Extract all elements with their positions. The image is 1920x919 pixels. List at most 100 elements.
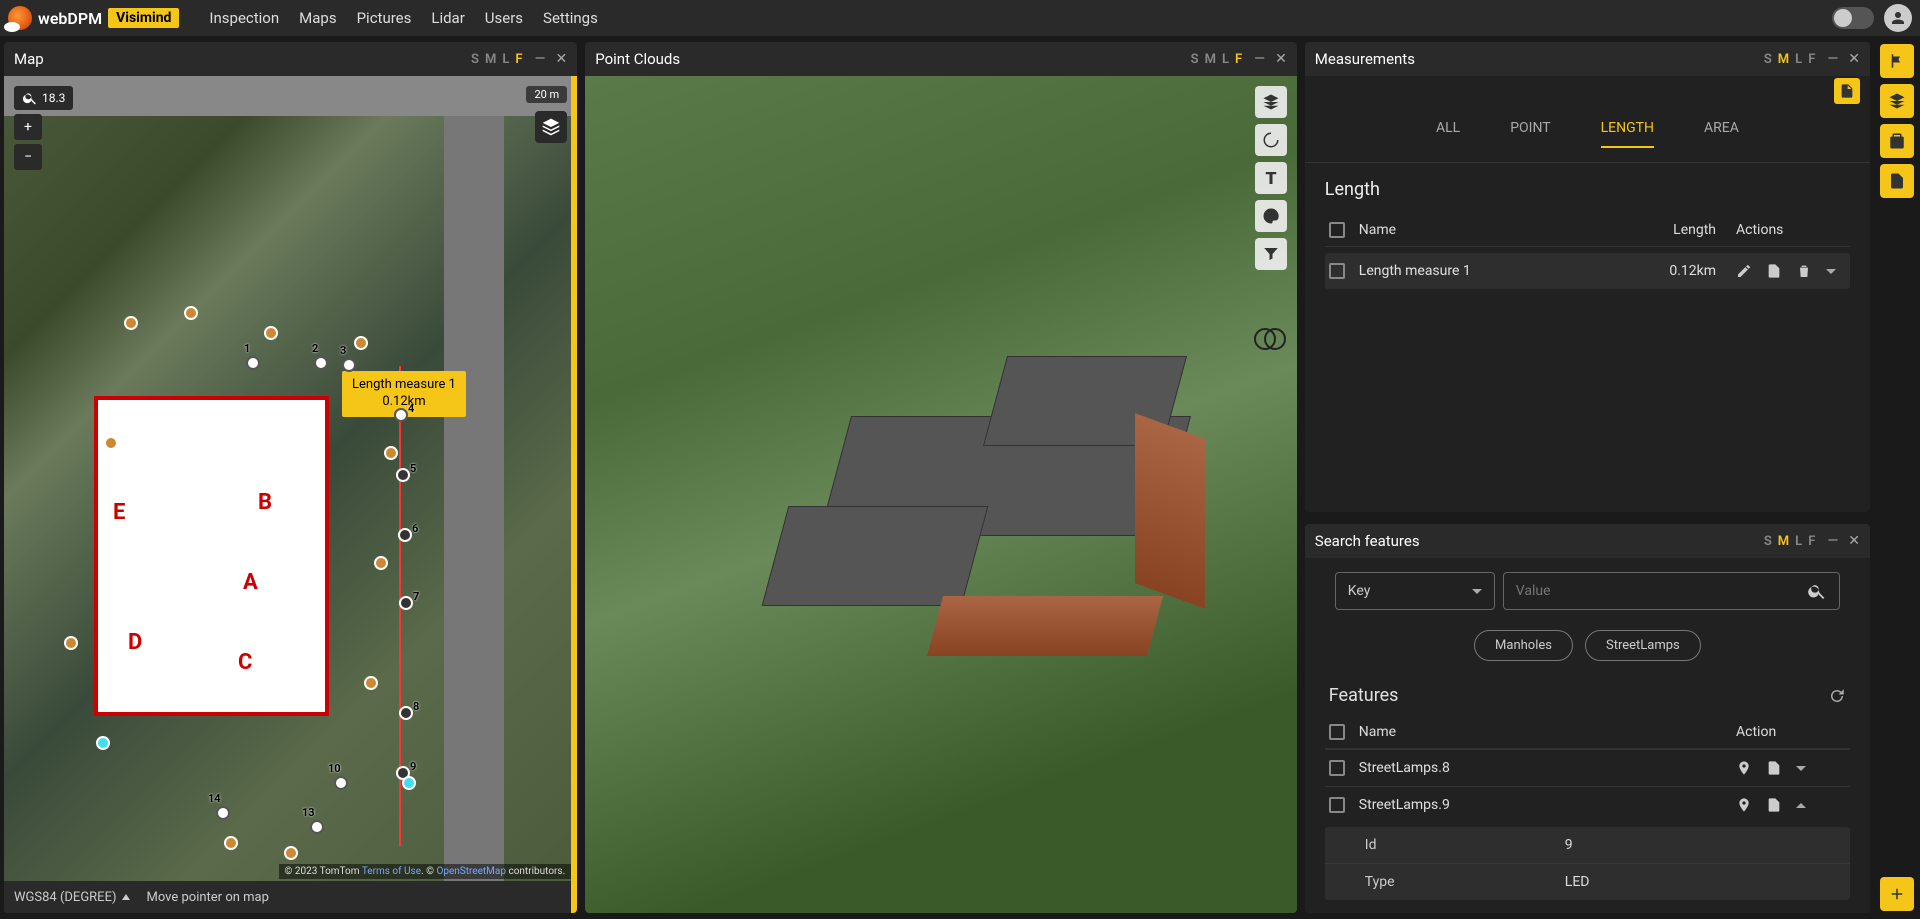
collapse-icon[interactable]	[1796, 803, 1806, 808]
value-input[interactable]	[1516, 583, 1807, 599]
locate-icon[interactable]	[1736, 797, 1752, 813]
delete-icon[interactable]	[1796, 263, 1812, 279]
select-all-checkbox[interactable]	[1329, 724, 1345, 740]
scale-bar: 20 m	[526, 86, 567, 103]
tab-all[interactable]: ALL	[1436, 120, 1460, 148]
length-section-title: Length	[1325, 179, 1850, 200]
document-icon[interactable]	[1766, 760, 1782, 776]
main-menu: Inspection Maps Pictures Lidar Users Set…	[209, 9, 597, 27]
expand-icon[interactable]	[1826, 269, 1836, 274]
flag-button[interactable]	[1880, 44, 1914, 78]
reset-view-tool[interactable]	[1255, 124, 1287, 156]
close-icon[interactable]: ✕	[555, 51, 567, 67]
layers-tool[interactable]	[1255, 86, 1287, 118]
layers-button[interactable]	[535, 111, 567, 143]
minimize-icon[interactable]: —	[1827, 51, 1838, 67]
pc-title: Point Clouds	[595, 50, 1190, 68]
value-input-wrap	[1503, 572, 1840, 610]
row-checkbox[interactable]	[1329, 760, 1345, 776]
chip-streetlamps[interactable]: StreetLamps	[1585, 630, 1701, 661]
menu-pictures[interactable]: Pictures	[357, 9, 412, 27]
clipboard-button[interactable]	[1880, 124, 1914, 158]
size-m[interactable]: M	[1778, 534, 1789, 549]
layers-button[interactable]	[1880, 84, 1914, 118]
close-icon[interactable]: ✕	[1275, 51, 1287, 67]
brand-badge: Visimind	[108, 8, 179, 28]
size-f[interactable]: F	[1808, 52, 1815, 67]
zoom-out-button[interactable]: −	[14, 144, 42, 170]
close-icon[interactable]: ✕	[1848, 51, 1860, 67]
search-features-panel: Search features S M L F — ✕ Key	[1305, 524, 1870, 913]
search-icon[interactable]	[1807, 581, 1827, 601]
measurement-tabs: ALL POINT LENGTH AREA	[1305, 106, 1870, 163]
minimize-icon[interactable]: —	[1827, 533, 1838, 549]
menu-lidar[interactable]: Lidar	[431, 9, 464, 27]
col-length: Length	[1626, 222, 1716, 238]
close-icon[interactable]: ✕	[1848, 533, 1860, 549]
measurement-row[interactable]: Length measure 1 0.12km	[1325, 253, 1850, 289]
size-l[interactable]: L	[1222, 52, 1229, 67]
menu-users[interactable]: Users	[485, 9, 523, 27]
col-name: Name	[1359, 222, 1626, 238]
menu-settings[interactable]: Settings	[543, 9, 598, 27]
size-l[interactable]: L	[1795, 52, 1802, 67]
row-checkbox[interactable]	[1329, 263, 1345, 279]
size-f[interactable]: F	[1808, 534, 1815, 549]
size-s[interactable]: S	[1764, 52, 1772, 67]
edit-icon[interactable]	[1736, 263, 1752, 279]
measurements-panel: Measurements S M L F — ✕	[1305, 42, 1870, 512]
theme-toggle[interactable]	[1832, 7, 1874, 29]
map-statusbar: WGS84 (DEGREE) Move pointer on map	[4, 881, 577, 913]
user-menu[interactable]	[1884, 4, 1912, 32]
locate-icon[interactable]	[1736, 760, 1752, 776]
chip-manholes[interactable]: Manholes	[1474, 630, 1573, 661]
feature-detail: Id 9 Type LED	[1325, 827, 1850, 900]
menu-inspection[interactable]: Inspection	[209, 9, 279, 27]
size-s[interactable]: S	[471, 52, 479, 67]
size-m[interactable]: M	[1778, 52, 1789, 67]
col-actions: Actions	[1716, 222, 1846, 238]
map-canvas[interactable]: A B C D E Length measure 1 0.12km 1 2 3 …	[4, 76, 577, 913]
size-l[interactable]: L	[502, 52, 509, 67]
text-tool[interactable]	[1255, 162, 1287, 194]
menu-maps[interactable]: Maps	[299, 9, 336, 27]
refresh-icon[interactable]	[1828, 687, 1846, 705]
pointclouds-panel: Point Clouds S M L F — ✕	[585, 42, 1297, 913]
row-checkbox[interactable]	[1329, 797, 1345, 813]
size-s[interactable]: S	[1764, 534, 1772, 549]
crs-selector[interactable]: WGS84 (DEGREE)	[14, 890, 130, 905]
feature-row[interactable]: StreetLamps.9	[1325, 786, 1850, 823]
filter-tool[interactable]	[1255, 238, 1287, 270]
size-f[interactable]: F	[515, 52, 522, 67]
feature-row[interactable]: StreetLamps.8	[1325, 749, 1850, 786]
floorplan-overlay: A B C D E	[94, 396, 329, 716]
size-m[interactable]: M	[1205, 52, 1216, 67]
tab-area[interactable]: AREA	[1704, 120, 1739, 148]
export-button[interactable]	[1834, 78, 1860, 104]
document-button[interactable]	[1880, 164, 1914, 198]
select-all-checkbox[interactable]	[1329, 222, 1345, 238]
expand-icon[interactable]	[1796, 766, 1806, 771]
venn-icon[interactable]	[1253, 326, 1287, 356]
add-button[interactable]	[1880, 877, 1914, 911]
zoom-level[interactable]: 18.3	[14, 86, 73, 110]
size-l[interactable]: L	[1795, 534, 1802, 549]
document-icon[interactable]	[1766, 263, 1782, 279]
tab-length[interactable]: LENGTH	[1601, 120, 1654, 148]
key-select[interactable]: Key	[1335, 572, 1495, 610]
tab-point[interactable]: POINT	[1510, 120, 1550, 148]
document-icon[interactable]	[1766, 797, 1782, 813]
logo[interactable]: webDPM Visimind	[8, 6, 179, 30]
size-f[interactable]: F	[1235, 52, 1242, 67]
map-title: Map	[14, 50, 471, 68]
size-m[interactable]: M	[485, 52, 496, 67]
resize-handle[interactable]	[571, 76, 577, 913]
minimize-icon[interactable]: —	[535, 51, 546, 67]
size-s[interactable]: S	[1191, 52, 1199, 67]
map-panel: Map S M L F — ✕ A B C D E	[4, 42, 577, 913]
search-title: Search features	[1315, 532, 1764, 550]
zoom-in-button[interactable]: +	[14, 114, 42, 140]
minimize-icon[interactable]: —	[1254, 51, 1265, 67]
color-tool[interactable]	[1255, 200, 1287, 232]
pointcloud-canvas[interactable]	[585, 76, 1297, 913]
